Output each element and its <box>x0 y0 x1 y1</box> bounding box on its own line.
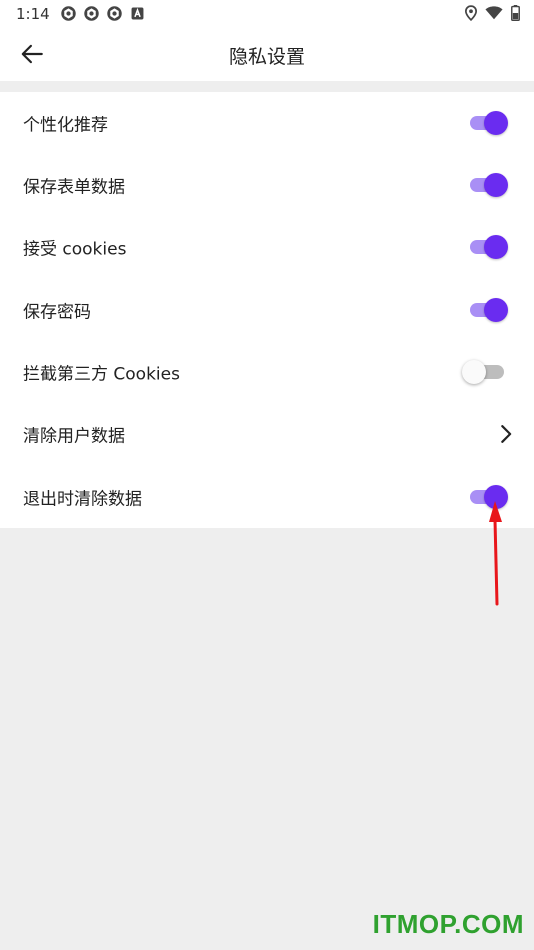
setting-label: 个性化推荐 <box>23 115 108 136</box>
app-bar: 隐私设置 <box>0 28 534 81</box>
setting-label: 清除用户数据 <box>23 426 125 447</box>
status-time: 1:14 <box>16 5 50 23</box>
battery-icon <box>511 5 520 21</box>
save-passwords-switch[interactable] <box>466 297 512 323</box>
setting-row-personalized-recommendation[interactable]: 个性化推荐 <box>0 92 534 154</box>
annotation-arrow-icon <box>489 501 502 606</box>
setting-row-clear-user-data[interactable]: 清除用户数据 <box>0 403 534 465</box>
status-system-icons <box>465 5 520 21</box>
aperture-icon <box>84 6 99 21</box>
wifi-icon <box>485 6 503 20</box>
aperture-icon <box>107 6 122 21</box>
setting-label: 保存表单数据 <box>23 177 125 198</box>
setting-label: 拦截第三方 Cookies <box>23 364 180 385</box>
setting-row-save-form-data[interactable]: 保存表单数据 <box>0 154 534 216</box>
setting-row-accept-cookies[interactable]: 接受 cookies <box>0 216 534 278</box>
setting-label: 接受 cookies <box>23 239 127 260</box>
setting-row-save-passwords[interactable]: 保存密码 <box>0 279 534 341</box>
setting-row-clear-data-on-exit[interactable]: 退出时清除数据 <box>0 466 534 528</box>
status-bar: 1:14 <box>0 0 534 28</box>
page-title: 隐私设置 <box>228 46 305 68</box>
block-third-party-cookies-switch[interactable] <box>462 359 512 385</box>
status-notification-icons <box>60 5 146 22</box>
setting-row-block-third-party-cookies[interactable]: 拦截第三方 Cookies <box>0 341 534 403</box>
setting-label: 退出时清除数据 <box>23 489 142 510</box>
accept-cookies-switch[interactable] <box>466 234 512 260</box>
save-form-data-switch[interactable] <box>466 172 512 198</box>
a-box-icon <box>131 7 144 20</box>
setting-label: 保存密码 <box>23 302 91 323</box>
aperture-icon <box>61 6 76 21</box>
personalized-recommendation-switch[interactable] <box>466 110 512 136</box>
settings-list: 个性化推荐 保存表单数据 接受 cookies 保存密码 拦截第三方 Cooki… <box>0 92 534 528</box>
location-icon <box>465 5 477 21</box>
chevron-right-icon <box>501 425 512 443</box>
watermark-logo: ITMOP.COM <box>372 909 524 939</box>
